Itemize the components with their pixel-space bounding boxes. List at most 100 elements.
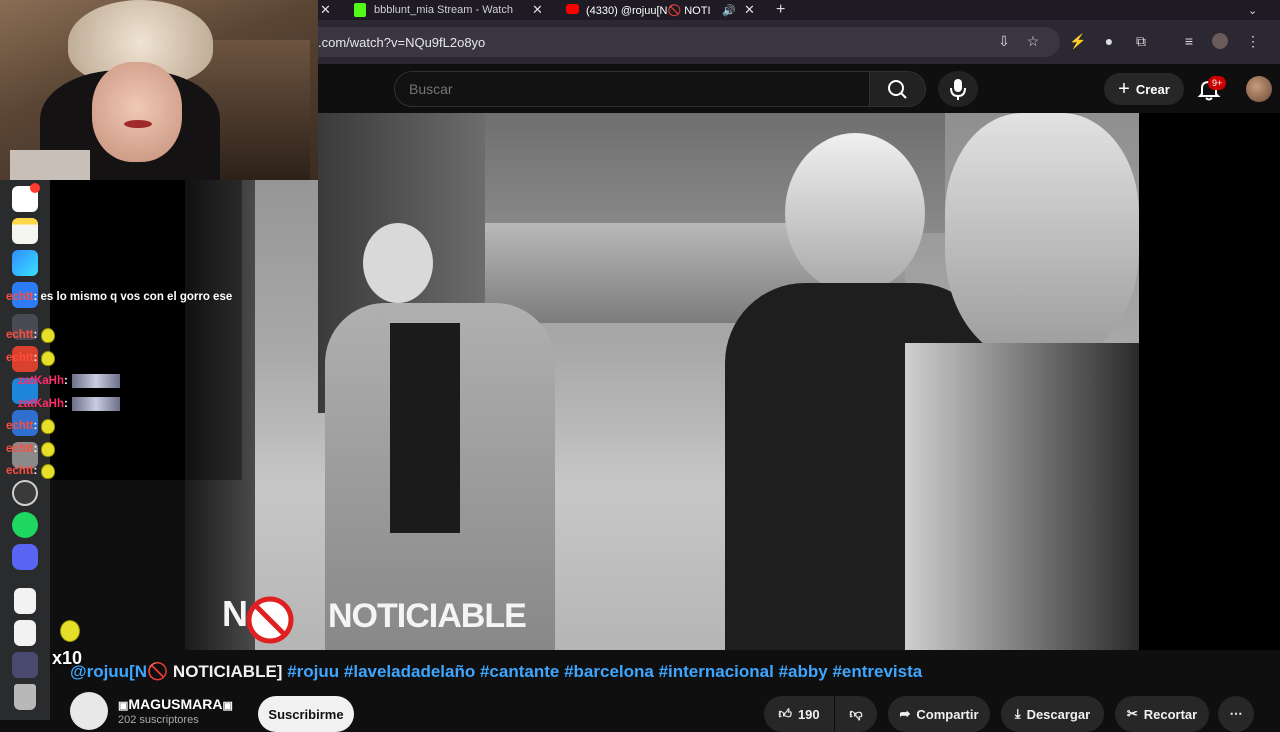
chat-message: zatKaHh :: [6, 394, 120, 414]
chat-text: :: [64, 375, 68, 387]
video-man-face: [945, 113, 1139, 363]
hashtag-link[interactable]: #entrevista: [832, 662, 922, 681]
trash-icon[interactable]: [14, 684, 36, 710]
more-actions-button[interactable]: ⋯: [1218, 696, 1254, 732]
discord-app-icon[interactable]: [12, 544, 38, 570]
video-player[interactable]: N NOTICIABLE: [185, 113, 1139, 650]
account-avatar[interactable]: [1246, 76, 1272, 102]
browser-menu-icon[interactable]: ⋮: [1245, 33, 1261, 49]
dislike-button[interactable]: 👎︎: [835, 696, 877, 732]
emote-image-icon: [71, 397, 120, 411]
hashtag-link[interactable]: #abby: [779, 662, 828, 681]
close-tab-icon[interactable]: ✕: [320, 0, 331, 20]
video-man-shirt: [905, 343, 1139, 650]
install-app-icon[interactable]: ⇩: [996, 33, 1012, 49]
clock-app-icon[interactable]: [12, 480, 38, 506]
microphone-icon: [950, 79, 966, 100]
kick-tab-icon: [354, 3, 366, 17]
hashtag-link[interactable]: #rojuu: [287, 662, 339, 681]
share-button[interactable]: ➦ Compartir: [888, 696, 990, 732]
chat-text: :: [33, 329, 38, 341]
url-text[interactable]: .com/watch?v=NQu9fL2o8yo: [318, 35, 485, 50]
subscriber-count: 202 suscriptores: [118, 714, 199, 726]
channel-name-text: MAGUSMARA: [128, 696, 223, 712]
channel-name[interactable]: ▣MAGUSMARA▣: [118, 696, 233, 712]
chat-message: echtt : es lo mismo q vos con el gorro e…: [6, 287, 232, 307]
like-button[interactable]: 👍︎ 190: [764, 696, 834, 732]
chat-username: echtt: [6, 329, 34, 341]
chat-fade: [185, 180, 242, 480]
chat-username: echtt: [6, 443, 34, 455]
video-person-headband: [785, 133, 925, 293]
webcam-shoulder: [10, 150, 90, 180]
combo-emote-icon: [60, 620, 80, 642]
search-icon: [888, 80, 907, 99]
clip-button[interactable]: ✂ Recortar: [1115, 696, 1209, 732]
chat-username: echtt: [6, 465, 34, 477]
notes-app-icon[interactable]: [12, 218, 38, 244]
search-input[interactable]: [394, 71, 870, 107]
hashtag-link[interactable]: #laveladadelaño: [344, 662, 475, 681]
no-entry-icon: 🚫: [147, 662, 169, 681]
profile-avatar-icon[interactable]: [1212, 33, 1228, 49]
hashtag-link[interactable]: #cantante: [480, 662, 559, 681]
chat-message: echtt :: [6, 416, 56, 436]
chat-text: :: [33, 443, 38, 455]
tv-icon: ▣: [118, 700, 129, 712]
chat-message: zatKaHh :: [6, 371, 120, 391]
channel-avatar[interactable]: [70, 692, 108, 730]
tab-stream[interactable]: bbblunt_mia Stream - Watch: [374, 0, 522, 20]
video-person-face: [363, 223, 433, 303]
downloads-folder-icon[interactable]: [12, 652, 38, 678]
document-icon[interactable]: [14, 588, 36, 614]
webcam-face: [92, 62, 182, 162]
extension-avatar-icon[interactable]: ●: [1101, 33, 1117, 49]
watermark-noticiable: NOTICIABLE: [328, 597, 527, 635]
like-count: 190: [797, 706, 820, 722]
chat-overlay: [50, 180, 185, 480]
create-button[interactable]: + Crear: [1104, 73, 1184, 105]
hashtag-link[interactable]: #barcelona: [564, 662, 654, 681]
download-label: Descargar: [1026, 706, 1091, 722]
freeform-app-icon[interactable]: [12, 250, 38, 276]
voice-search-button[interactable]: [938, 71, 978, 107]
chat-message: echtt :: [6, 348, 56, 368]
emote-icon: [41, 441, 56, 457]
plus-icon: +: [1118, 77, 1130, 100]
reading-list-icon[interactable]: ≡: [1181, 33, 1197, 49]
youtube-tab-icon: [566, 4, 579, 14]
chat-text: :: [33, 352, 38, 364]
chat-text: :: [64, 398, 68, 410]
chat-username: echtt: [6, 352, 34, 364]
bookmark-star-icon[interactable]: ☆: [1025, 33, 1041, 49]
video-letterbox: [1139, 113, 1280, 650]
chat-username: echtt: [6, 420, 34, 432]
chat-text: :: [33, 420, 38, 432]
hashtag-link[interactable]: #internacional: [659, 662, 774, 681]
reminders-badge: [30, 183, 40, 193]
emote-icon: [41, 327, 56, 343]
chat-message: echtt :: [6, 325, 56, 345]
spotify-app-icon[interactable]: [12, 512, 38, 538]
tab-search-icon[interactable]: ⌄: [1248, 0, 1257, 20]
close-tab-icon[interactable]: ✕: [744, 0, 755, 20]
download-button[interactable]: ⤓ Descargar: [1001, 696, 1104, 732]
tab-youtube[interactable]: (4330) @rojuu[N🚫 NOTI: [586, 0, 716, 20]
chat-username: zatKaHh: [18, 375, 65, 387]
share-label: Compartir: [916, 706, 979, 722]
title-main: NOTICIABLE]: [168, 662, 283, 681]
close-tab-icon[interactable]: ✕: [532, 0, 543, 20]
document-icon[interactable]: [14, 620, 36, 646]
extensions-puzzle-icon[interactable]: ⧉: [1133, 33, 1149, 49]
audio-playing-icon[interactable]: 🔊: [722, 0, 736, 20]
search-button[interactable]: [870, 71, 926, 107]
chat-username: zatKaHh: [18, 398, 65, 410]
new-tab-button[interactable]: +: [776, 0, 785, 20]
video-title: @rojuu[N🚫 NOTICIABLE] #rojuu #laveladade…: [70, 662, 922, 682]
chat-text: : es lo mismo q vos con el gorro ese: [33, 291, 233, 303]
extension-icon[interactable]: ⚡: [1069, 33, 1086, 49]
chat-username: echtt: [6, 291, 34, 303]
subscribe-button[interactable]: Suscribirme: [258, 696, 354, 732]
tv-icon: ▣: [222, 700, 233, 712]
title-mention[interactable]: @rojuu[N: [70, 662, 147, 681]
